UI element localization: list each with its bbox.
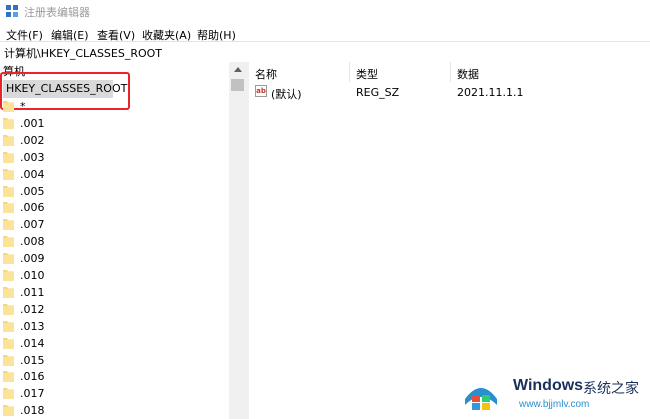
folder-icon — [3, 270, 14, 281]
tree-node-label: .001 — [20, 116, 45, 130]
title-bar: 注册表编辑器 — [0, 0, 650, 22]
tree-node[interactable]: .015 — [3, 352, 223, 369]
scroll-thumb[interactable] — [231, 79, 244, 91]
table-row[interactable]: ab (默认) REG_SZ 2021.11.1.1 — [249, 83, 650, 101]
watermark-brand: Windows — [513, 377, 584, 394]
tree-node[interactable]: .008 — [3, 233, 223, 250]
tree-node[interactable]: .011 — [3, 284, 223, 301]
tree-node[interactable]: .003 — [3, 149, 223, 166]
address-bar[interactable]: 计算机\HKEY_CLASSES_ROOT — [0, 41, 650, 63]
folder-icon — [3, 101, 14, 112]
tree-node[interactable]: .018 — [3, 402, 223, 419]
folder-icon — [3, 168, 14, 180]
tree-node-label: .006 — [20, 201, 45, 215]
column-header-data[interactable]: 数据 — [451, 62, 650, 82]
tree-node[interactable]: .002 — [3, 132, 223, 149]
folder-icon — [3, 117, 14, 129]
column-header-label: 数据 — [457, 68, 479, 81]
folder-icon — [3, 286, 14, 298]
scroll-up-arrow-icon[interactable] — [229, 62, 246, 78]
tree-node[interactable]: .001 — [3, 115, 223, 132]
folder-icon — [3, 253, 14, 265]
tree-node-label: .015 — [20, 353, 45, 367]
tree-node-label: .003 — [20, 150, 45, 164]
tree-node[interactable]: .013 — [3, 318, 223, 335]
tree-node-label: .002 — [20, 133, 45, 147]
folder-icon — [3, 236, 14, 248]
watermark-brand-cn: 系统之家 — [583, 381, 639, 397]
column-header-label: 名称 — [255, 68, 277, 81]
tree-node[interactable]: .007 — [3, 216, 223, 233]
column-header-type[interactable]: 类型 — [350, 62, 450, 82]
window-title: 注册表编辑器 — [24, 6, 90, 19]
tree-pane: 算机 HKEY_CLASSES_ROOT * .001.002.003.004.0… — [0, 62, 246, 419]
tree-node[interactable]: .010 — [3, 267, 223, 284]
tree-node-label: .005 — [20, 184, 45, 198]
folder-icon — [3, 354, 14, 366]
folder-icon — [3, 134, 14, 146]
string-value-icon: ab — [255, 85, 267, 97]
tree-node-label: .008 — [20, 235, 45, 249]
tree-node[interactable]: .006 — [3, 199, 223, 216]
folder-icon — [3, 337, 14, 349]
value-type: REG_SZ — [356, 86, 400, 99]
column-header-label: 类型 — [356, 68, 378, 81]
tree-node[interactable]: .004 — [3, 166, 223, 183]
column-header-name[interactable]: 名称 — [249, 62, 349, 82]
tree-node-label: .017 — [20, 387, 45, 401]
watermark-url: www.bjjmlv.com — [519, 399, 590, 410]
regedit-icon — [6, 5, 18, 17]
watermark: Windows 系统之家 www.bjjmlv.com — [455, 369, 650, 419]
tree-node-label: .007 — [20, 218, 45, 232]
tree-node[interactable]: .014 — [3, 335, 223, 352]
address-path[interactable]: 计算机\HKEY_CLASSES_ROOT — [4, 45, 162, 61]
folder-icon — [3, 405, 14, 417]
tree-node[interactable]: .009 — [3, 250, 223, 267]
tree-node-label: .012 — [20, 302, 45, 316]
tree-node-label: .014 — [20, 336, 45, 350]
windows-logo-icon — [465, 388, 497, 410]
values-list: 名称 类型 数据 ab (默认) REG_SZ 2021.11.1.1 — [249, 62, 650, 419]
folder-icon — [3, 320, 14, 332]
tree-node-label: .009 — [20, 252, 45, 266]
folder-icon — [3, 388, 14, 400]
tree-node-label: .011 — [20, 285, 45, 299]
tree-node[interactable]: .012 — [3, 301, 223, 318]
folder-icon — [3, 303, 14, 315]
folder-icon — [3, 202, 14, 214]
tree-node-label: .016 — [20, 370, 45, 384]
menu-bar: 文件(F) 编辑(E) 查看(V) 收藏夹(A) 帮助(H) — [0, 23, 650, 43]
folder-icon — [3, 185, 14, 197]
tree-node-label: * — [20, 100, 26, 113]
value-name: (默认) — [271, 88, 302, 101]
tree-node[interactable]: .016 — [3, 368, 223, 385]
folder-icon — [3, 151, 14, 163]
folder-icon — [3, 371, 14, 383]
tree-node-label: .004 — [20, 167, 45, 181]
tree-node-label: .018 — [20, 404, 45, 418]
tree-node-label: .010 — [20, 269, 45, 282]
tree-scrollbar[interactable] — [229, 62, 246, 419]
tree-node-label: .013 — [20, 319, 45, 333]
tree-node[interactable]: .005 — [3, 183, 223, 200]
value-data: 2021.11.1.1 — [457, 86, 524, 99]
tree-node[interactable]: .017 — [3, 385, 223, 402]
tree-node[interactable]: * — [3, 98, 223, 115]
folder-icon — [3, 219, 14, 231]
